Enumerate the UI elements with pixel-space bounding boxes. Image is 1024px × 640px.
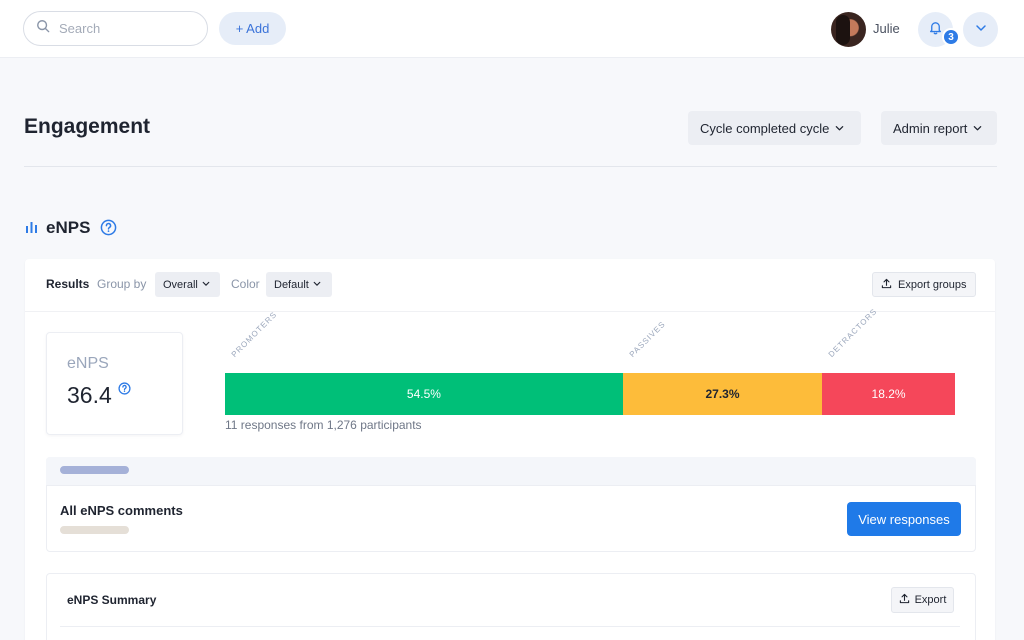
segment-label-passives: 27.3% <box>705 387 740 401</box>
view-responses-button[interactable]: View responses <box>847 502 961 536</box>
help-icon[interactable] <box>100 219 117 236</box>
upload-icon <box>881 278 892 292</box>
search-input[interactable] <box>59 21 189 36</box>
enps-score-label: eNPS <box>67 355 109 372</box>
enps-stacked-bar: 54.5% 27.3% 18.2% <box>225 373 955 415</box>
responses-summary: 11 responses from 1,276 participants <box>225 418 422 432</box>
bar-segment-passives[interactable]: 27.3% <box>622 373 823 415</box>
bar-segment-detractors[interactable]: 18.2% <box>822 373 955 415</box>
summary-title: eNPS Summary <box>67 593 157 607</box>
summary-card <box>46 573 976 640</box>
notification-badge: 3 <box>942 28 960 46</box>
report-dropdown-label: Admin report <box>893 120 968 136</box>
upload-icon <box>899 593 910 607</box>
report-dropdown[interactable]: Admin report <box>881 111 997 145</box>
color-select[interactable]: Default <box>266 272 332 297</box>
tab-results[interactable]: Results <box>46 277 89 291</box>
bell-icon <box>928 20 943 40</box>
avatar[interactable] <box>831 12 866 47</box>
header-divider <box>24 166 997 167</box>
section-title: eNPS <box>46 218 91 237</box>
color-label: Color <box>231 277 260 291</box>
segment-label-promoters: 54.5% <box>406 387 441 401</box>
export-label: Export <box>914 594 947 606</box>
chevron-down-icon <box>313 279 321 291</box>
bar-segment-promoters[interactable]: 54.5% <box>225 373 623 415</box>
cycle-dropdown[interactable]: Cycle completed cycle <box>688 111 861 145</box>
cycle-dropdown-label: Cycle completed cycle <box>700 120 830 136</box>
loading-placeholder <box>60 466 129 474</box>
export-button[interactable]: Export <box>891 587 954 613</box>
search-icon <box>36 19 50 38</box>
chevron-down-icon <box>973 121 982 136</box>
export-groups-label: Export groups <box>898 278 967 291</box>
page-title: Engagement <box>24 115 151 138</box>
chevron-down-icon <box>202 279 210 291</box>
toolbar-divider <box>25 311 995 312</box>
enps-score-value: 36.4 <box>67 382 112 408</box>
add-button[interactable]: + Add <box>219 12 286 45</box>
group-by-select[interactable]: Overall <box>155 272 220 297</box>
export-groups-button[interactable]: Export groups <box>872 272 976 297</box>
group-by-value: Overall <box>163 278 198 291</box>
loading-placeholder <box>60 526 129 534</box>
chevron-down-icon <box>975 21 987 39</box>
segment-label-detractors: 18.2% <box>871 387 906 401</box>
search-box[interactable] <box>23 11 208 46</box>
color-value: Default <box>274 278 309 291</box>
group-by-label: Group by <box>97 277 147 291</box>
chevron-down-icon <box>835 121 844 136</box>
comments-card-header <box>46 457 976 486</box>
bar-chart-icon <box>25 220 38 233</box>
comments-title: All eNPS comments <box>60 503 183 518</box>
user-name[interactable]: Julie <box>873 21 900 36</box>
account-menu-button[interactable] <box>963 12 998 47</box>
help-icon[interactable] <box>118 382 131 395</box>
summary-divider <box>60 626 960 627</box>
